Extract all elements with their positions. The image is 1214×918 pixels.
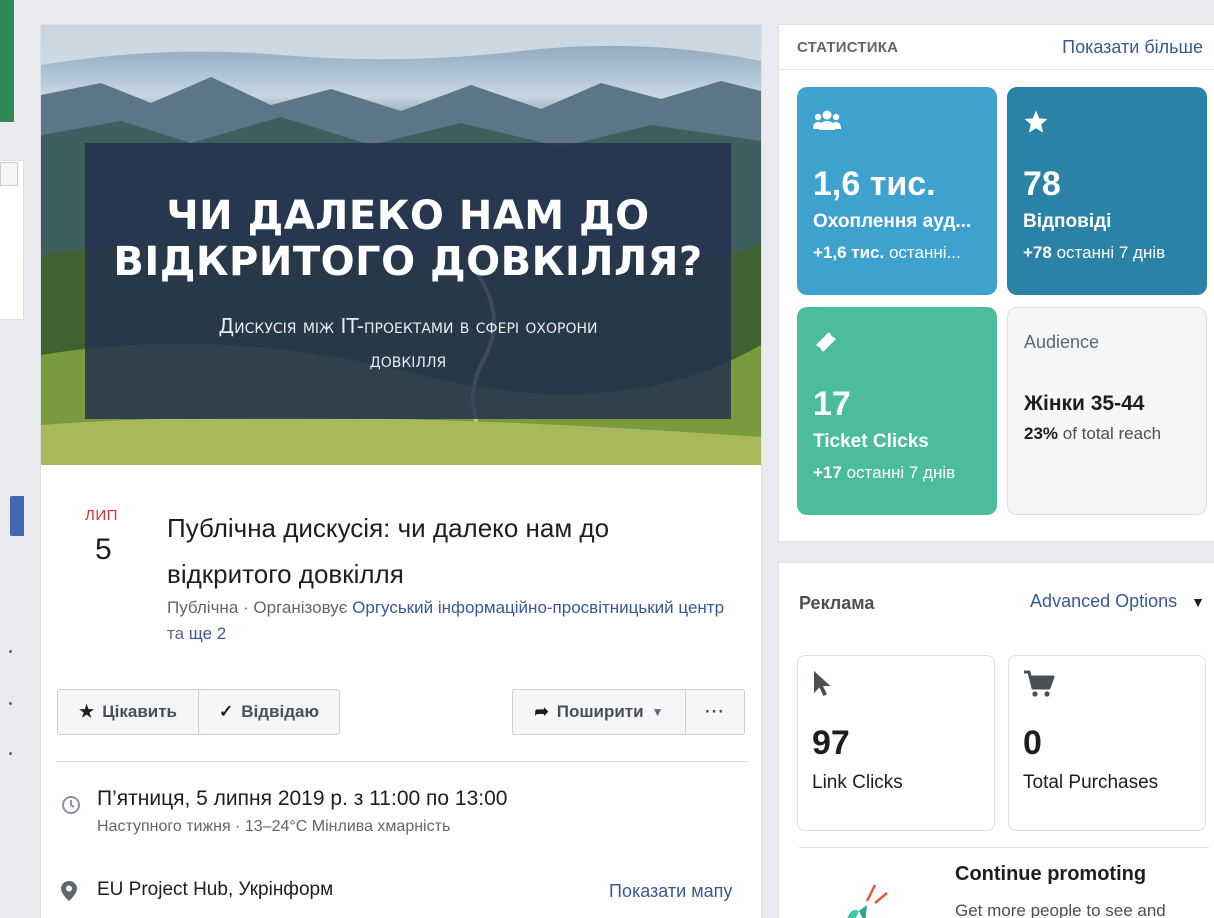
event-time-details: Наступного тижня · 13–24°C Мінлива хмарн… <box>97 818 451 835</box>
statistics-header: СТАТИСТИКА <box>797 39 899 56</box>
responses-delta: +78 останні 7 днів <box>1023 243 1166 262</box>
ads-panel: Реклама Advanced Options ▼ 97 Link Click… <box>778 562 1214 918</box>
organizer-and: та <box>167 624 189 643</box>
left-dot <box>9 752 12 755</box>
event-location[interactable]: EU Project Hub, Укрінформ <box>97 879 333 901</box>
link-clicks-label: Link Clicks <box>812 772 903 793</box>
share-label: Поширити <box>556 702 644 721</box>
cover-text-overlay: Чи далеко нам до відкритого довкілля? Ди… <box>85 143 731 419</box>
ticket-clicks-label: Ticket Clicks <box>813 431 929 452</box>
people-icon <box>813 109 841 138</box>
going-label: Відвідаю <box>241 702 319 721</box>
event-title: Публічна дискусія: чи далеко нам до відк… <box>167 513 610 589</box>
going-button[interactable]: ✓ Відвідаю <box>198 689 340 735</box>
megaphone-icon <box>837 879 897 918</box>
purchases-value: 0 <box>1023 724 1042 762</box>
ticket-clicks-stat-tile[interactable]: 17 Ticket Clicks +17 останні 7 днів <box>797 307 997 515</box>
cursor-icon <box>812 670 832 705</box>
reach-stat-tile[interactable]: 1,6 тис. Охоплення ауд... +1,6 тис. оста… <box>797 87 997 295</box>
event-card: Чи далеко нам до відкритого довкілля? Ди… <box>40 24 762 918</box>
meta-separator: · <box>238 598 254 617</box>
event-privacy: Публічна <box>167 598 239 617</box>
responses-label: Відповіді <box>1023 211 1112 232</box>
divider <box>57 761 747 762</box>
share-arrow-icon: ➦ <box>534 702 549 721</box>
link-clicks-tile[interactable]: 97 Link Clicks <box>797 655 995 831</box>
purchases-label: Total Purchases <box>1023 772 1159 793</box>
event-time: П’ятниця, 5 липня 2019 р. з 11:00 по 13:… <box>97 787 508 810</box>
ads-header: Реклама <box>799 593 875 613</box>
divider <box>799 847 1209 848</box>
left-dot <box>9 702 12 705</box>
organizer-link[interactable]: Оргуський інформаційно-просвітницький це… <box>352 598 724 617</box>
star-icon <box>1023 109 1049 142</box>
share-button[interactable]: ➦ Поширити ▼ <box>512 689 686 735</box>
left-dot <box>9 650 12 653</box>
check-icon: ✓ <box>219 702 234 721</box>
audience-share: 23% of total reach <box>1024 424 1162 443</box>
divider <box>779 69 1214 70</box>
reach-value: 1,6 тис. <box>813 165 936 203</box>
continue-promoting-text: Get more people to see and <box>955 901 1166 918</box>
event-meta: Публічна · Організовує Оргуський інформа… <box>167 595 727 647</box>
ticket-clicks-delta: +17 останні 7 днів <box>813 463 956 482</box>
left-control-fragment <box>0 162 18 186</box>
advanced-options-label: Advanced Options <box>1030 591 1178 611</box>
purchases-tile[interactable]: 0 Total Purchases <box>1008 655 1206 831</box>
left-sidebar-fragment <box>0 0 14 122</box>
link-clicks-value: 97 <box>812 724 850 762</box>
event-date-month: ЛИП <box>85 507 118 524</box>
ticket-clicks-value: 17 <box>813 385 851 423</box>
more-options-button[interactable]: ··· <box>685 689 745 735</box>
star-icon: ★ <box>78 702 95 721</box>
map-pin-icon <box>61 881 77 906</box>
responses-stat-tile[interactable]: 78 Відповіді +78 останні 7 днів <box>1007 87 1207 295</box>
ticket-icon <box>813 329 839 362</box>
cover-title: Чи далеко нам до відкритого довкілля? <box>113 193 703 285</box>
event-cover-image: Чи далеко нам до відкритого довкілля? Ди… <box>41 25 761 465</box>
organizer-prefix: Організовує <box>253 598 353 617</box>
responses-value: 78 <box>1023 165 1061 203</box>
left-button-fragment[interactable] <box>10 496 24 536</box>
interested-button[interactable]: ★ Цікавить <box>57 689 199 735</box>
reach-delta: +1,6 тис. останні... <box>813 243 961 262</box>
caret-down-icon: ▼ <box>651 705 664 719</box>
show-map-link[interactable]: Показати мапу <box>609 881 732 902</box>
clock-icon <box>61 795 81 820</box>
audience-stat-tile[interactable]: Audience Жінки 35-44 23% of total reach <box>1007 307 1207 515</box>
audience-label: Audience <box>1024 332 1100 352</box>
audience-value: Жінки 35-44 <box>1024 392 1145 415</box>
cover-subtitle: Дискусія між IT-проектами в сфері охорон… <box>218 314 598 372</box>
continue-promoting-title: Continue promoting <box>955 863 1147 885</box>
reach-label: Охоплення ауд... <box>813 211 972 232</box>
show-more-link[interactable]: Показати більше <box>1062 37 1203 58</box>
cart-icon <box>1023 670 1055 705</box>
interested-label: Цікавить <box>102 702 178 721</box>
event-date-day: 5 <box>95 533 112 566</box>
statistics-panel: СТАТИСТИКА Показати більше 1,6 тис. Охоп… <box>778 24 1214 542</box>
advanced-options-dropdown[interactable]: Advanced Options ▼ <box>1030 591 1205 612</box>
caret-down-icon: ▼ <box>1191 593 1205 610</box>
more-organizers-link[interactable]: ще 2 <box>189 624 226 643</box>
